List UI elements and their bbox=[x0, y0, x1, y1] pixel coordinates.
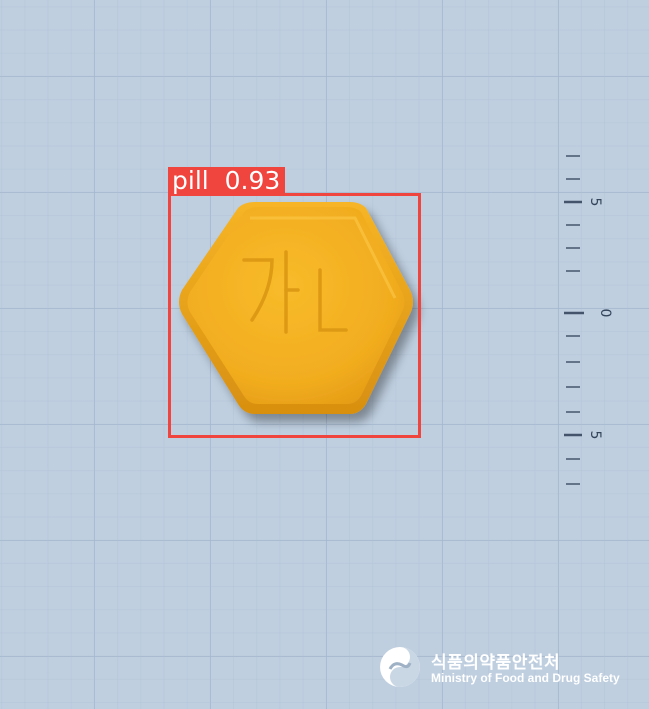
logo-english-text: Ministry of Food and Drug Safety bbox=[431, 671, 620, 685]
mfds-logo: 식품의약품안전처 Ministry of Food and Drug Safet… bbox=[378, 645, 628, 691]
ruler-label-middle: 0 bbox=[597, 309, 613, 318]
photo-background: pill 0.93 5 0 5 식품의약품안전처 Ministry of Foo… bbox=[0, 0, 649, 709]
mfds-emblem-icon bbox=[380, 647, 420, 687]
detection-label: pill 0.93 bbox=[168, 166, 286, 195]
detection-class: pill bbox=[172, 166, 209, 195]
detection-score: 0.93 bbox=[224, 166, 281, 195]
detection-bounding-box bbox=[168, 193, 421, 438]
ruler-scale: 5 0 5 bbox=[564, 155, 613, 485]
ruler-label-bottom: 5 bbox=[587, 431, 603, 440]
logo-korean-text: 식품의약품안전처 bbox=[431, 653, 561, 673]
ruler-label-top: 5 bbox=[587, 198, 603, 207]
